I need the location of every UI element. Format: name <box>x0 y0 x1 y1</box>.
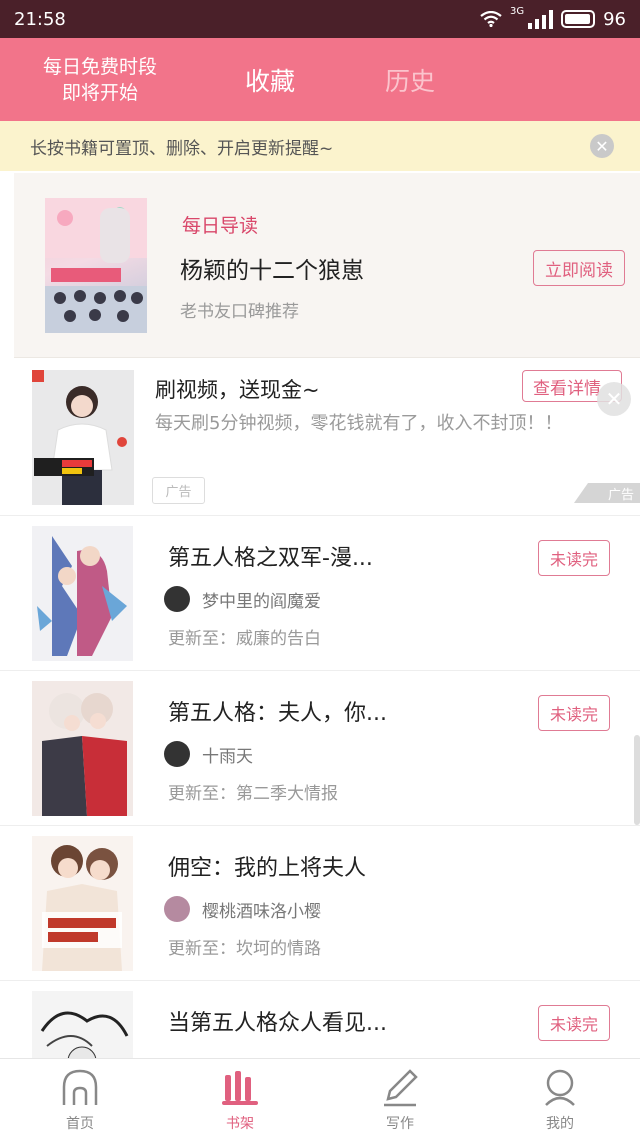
unread-button[interactable]: 未读完 <box>538 540 610 576</box>
list-item[interactable]: 第五人格：夫人，你... 十雨天 更新至：第二季大情报 未读完 <box>0 671 640 826</box>
update-status: 更新至：第二季大情报 <box>168 784 338 804</box>
book-title[interactable]: 当第五人格众人看见... <box>168 1005 387 1037</box>
nav-bookshelf[interactable]: 书架 <box>160 1059 320 1138</box>
book-title[interactable]: 第五人格之双军-漫... <box>168 540 373 572</box>
author-name: 梦中里的阎魔爱 <box>202 591 321 612</box>
book-title[interactable]: 佣空：我的上将夫人 <box>168 850 366 882</box>
close-icon[interactable]: ✕ <box>590 134 614 158</box>
list-item[interactable]: 第五人格之双军-漫... 梦中里的阎魔爱 更新至：威廉的告白 未读完 <box>0 516 640 671</box>
pencil-icon <box>384 1069 418 1107</box>
tab-favorites[interactable]: 收藏 <box>200 62 340 98</box>
author-row: 樱桃酒味洛小樱 <box>164 896 321 922</box>
author-name: 十雨天 <box>202 746 253 767</box>
read-now-button[interactable]: 立即阅读 <box>533 250 625 286</box>
author-name: 樱桃酒味洛小樱 <box>202 901 321 922</box>
ad-title[interactable]: 刷视频，送现金~ <box>155 374 320 404</box>
update-status: 更新至：威廉的告白 <box>168 629 321 649</box>
wifi-icon <box>480 11 502 27</box>
nav-home-label: 首页 <box>66 1116 94 1132</box>
book-cover[interactable] <box>45 198 147 333</box>
book-title[interactable]: 第五人格：夫人，你... <box>168 695 387 727</box>
avatar <box>164 741 190 767</box>
avatar <box>164 586 190 612</box>
signal-icon <box>528 9 554 29</box>
nav-write-label: 写作 <box>386 1116 414 1132</box>
unread-button[interactable]: 未读完 <box>538 1005 610 1041</box>
bottom-navigation: 首页 书架 写作 我的 <box>0 1058 640 1138</box>
author-row: 十雨天 <box>164 741 253 767</box>
status-time: 21:58 <box>14 8 66 30</box>
network-type: 3G <box>509 5 525 17</box>
daily-read-label: 每日导读 <box>182 215 259 237</box>
ad-card[interactable]: 刷视频，送现金~ 每天刷5分钟视频，零花钱就有了，收入不封顶！！ 广告 查看详情… <box>0 360 640 516</box>
status-bar: 21:58 3G 96 <box>0 0 640 38</box>
daily-read-title[interactable]: 杨颖的十二个狼崽 <box>180 251 364 285</box>
nav-write[interactable]: 写作 <box>320 1059 480 1138</box>
nav-me[interactable]: 我的 <box>480 1059 640 1138</box>
free-period-promo[interactable]: 每日免费时段 即将开始 <box>0 54 200 106</box>
battery-icon <box>561 10 596 28</box>
book-cover[interactable] <box>32 836 133 971</box>
bookshelf-icon <box>222 1071 258 1105</box>
home-icon <box>62 1069 98 1105</box>
daily-read-subtitle: 老书友口碑推荐 <box>180 302 299 322</box>
book-cover[interactable] <box>32 526 133 661</box>
author-row: 梦中里的阎魔爱 <box>164 586 321 612</box>
ad-tag: 广告 <box>152 477 205 504</box>
scroll-indicator[interactable] <box>634 735 640 825</box>
top-header: 每日免费时段 即将开始 收藏 历史 <box>0 38 640 121</box>
update-status: 更新至：坎坷的情路 <box>168 939 321 959</box>
tab-history[interactable]: 历史 <box>340 62 480 98</box>
profile-icon <box>545 1069 575 1106</box>
battery-level: 96 <box>603 8 626 30</box>
book-cover[interactable] <box>32 681 133 816</box>
close-ad-icon[interactable]: ✕ <box>597 382 631 416</box>
promo-line-2: 即将开始 <box>61 81 138 104</box>
avatar <box>164 896 190 922</box>
nav-me-label: 我的 <box>546 1116 574 1132</box>
nav-bookshelf-label: 书架 <box>226 1116 254 1132</box>
ad-mark: 广告 <box>574 483 640 503</box>
unread-button[interactable]: 未读完 <box>538 695 610 731</box>
ad-mark-text: 广告 <box>607 487 634 503</box>
list-item[interactable]: 佣空：我的上将夫人 樱桃酒味洛小樱 更新至：坎坷的情路 <box>0 826 640 981</box>
ad-description: 每天刷5分钟视频，零花钱就有了，收入不封顶！！ <box>155 413 563 434</box>
tip-banner: 长按书籍可置顶、删除、开启更新提醒~ ✕ <box>0 121 640 171</box>
nav-home[interactable]: 首页 <box>0 1059 160 1138</box>
daily-read-card[interactable]: 每日导读 杨颖的十二个狼崽 老书友口碑推荐 立即阅读 <box>14 173 640 358</box>
ad-cover[interactable] <box>32 370 134 505</box>
tip-text: 长按书籍可置顶、删除、开启更新提醒~ <box>30 138 334 159</box>
promo-line-1: 每日免费时段 <box>42 55 157 78</box>
